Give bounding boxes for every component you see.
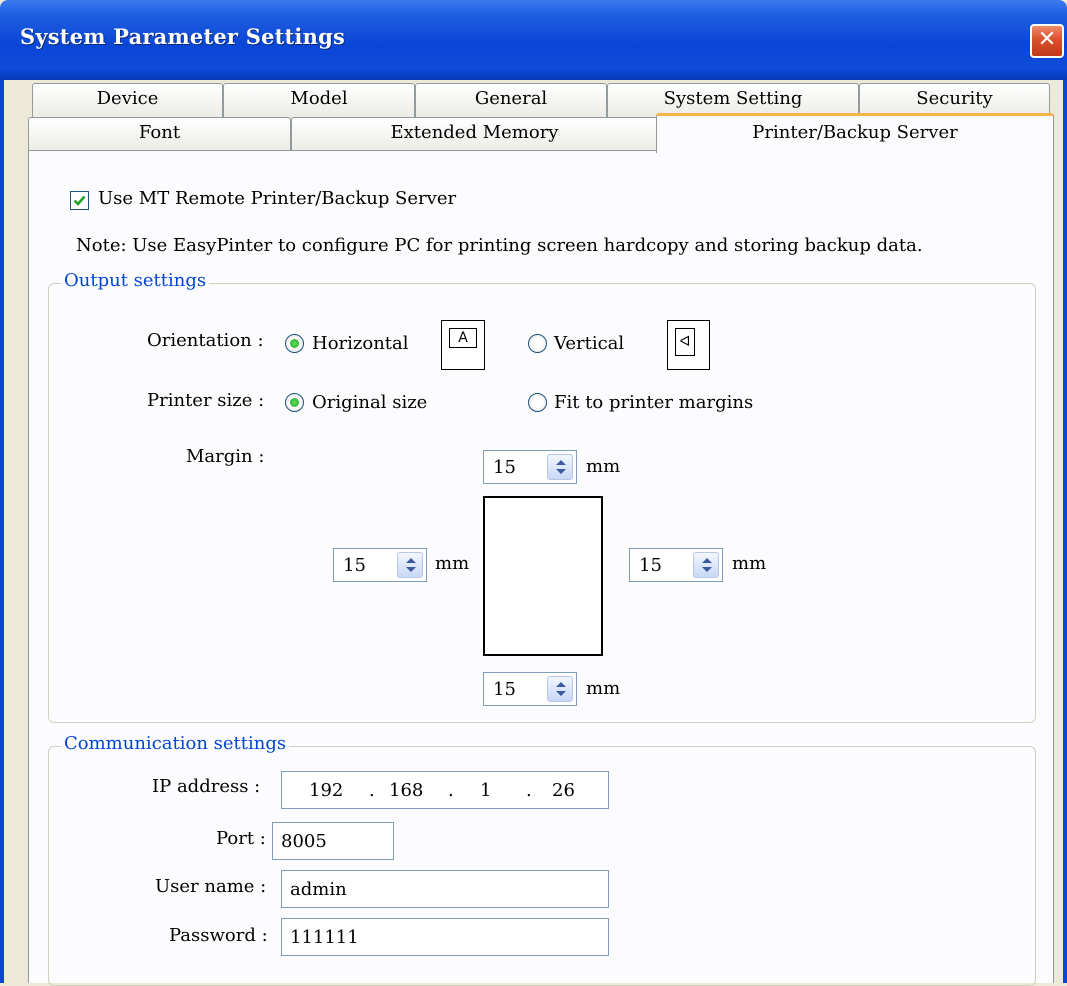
margin-left-spinner[interactable]: 15 xyxy=(333,548,427,582)
margin-label: Margin : xyxy=(186,446,265,467)
landscape-page-icon: A xyxy=(449,328,477,348)
close-button[interactable]: ✕ xyxy=(1030,24,1064,58)
radio-fit-to-printer-margins[interactable] xyxy=(528,393,547,412)
close-icon: ✕ xyxy=(1037,27,1057,52)
window-frame-right xyxy=(1063,80,1067,983)
tab-general[interactable]: General xyxy=(415,83,607,117)
printer-size-label: Printer size : xyxy=(147,390,265,411)
port-label: Port : xyxy=(216,828,266,849)
margin-top-spinner[interactable]: 15 xyxy=(483,450,577,484)
tab-system-setting[interactable]: System Setting xyxy=(607,83,859,117)
password-field[interactable]: 111111 xyxy=(281,918,609,956)
orientation-label: Orientation : xyxy=(147,330,264,351)
use-mt-remote-checkbox[interactable] xyxy=(70,191,89,210)
tab-device[interactable]: Device xyxy=(32,83,223,117)
spin-updown-icon[interactable] xyxy=(397,552,423,578)
tab-label: Security xyxy=(916,88,993,109)
ip-address-field[interactable]: 192 . 168 . 1 . 26 xyxy=(281,771,609,809)
portrait-page-icon: ᐊ xyxy=(675,328,695,356)
margin-right-value[interactable]: 15 xyxy=(639,555,662,576)
margin-right-spinner[interactable]: 15 xyxy=(629,548,723,582)
radio-fit-label[interactable]: Fit to printer margins xyxy=(554,392,753,413)
ip-separator: . xyxy=(369,780,375,801)
margin-bottom-spinner[interactable]: 15 xyxy=(483,672,577,706)
note-text: Note: Use EasyPinter to configure PC for… xyxy=(76,235,923,256)
password-value[interactable]: 111111 xyxy=(290,927,359,948)
username-value[interactable]: admin xyxy=(290,879,347,900)
password-label: Password : xyxy=(169,925,268,946)
margin-bottom-value[interactable]: 15 xyxy=(493,679,516,700)
port-field[interactable]: 8005 xyxy=(272,822,394,860)
tab-security[interactable]: Security xyxy=(859,83,1050,117)
margin-top-unit: mm xyxy=(586,456,621,477)
tab-extended-memory[interactable]: Extended Memory xyxy=(291,117,658,151)
tab-printer-backup-server[interactable]: Printer/Backup Server xyxy=(656,113,1054,153)
tab-label: Printer/Backup Server xyxy=(752,122,958,143)
tab-label: System Setting xyxy=(663,88,803,109)
ip-octet-4[interactable]: 26 xyxy=(552,780,575,801)
radio-vertical-label[interactable]: Vertical xyxy=(554,333,624,354)
communication-settings-legend: Communication settings xyxy=(61,733,290,754)
ip-octet-1[interactable]: 192 xyxy=(309,780,343,801)
tab-model[interactable]: Model xyxy=(223,83,415,117)
spin-updown-icon[interactable] xyxy=(547,454,573,480)
tab-label: Model xyxy=(290,88,348,109)
horizontal-orientation-icon: A xyxy=(441,320,485,370)
spin-updown-icon[interactable] xyxy=(693,552,719,578)
page-preview xyxy=(483,496,603,656)
margin-right-unit: mm xyxy=(732,553,767,574)
username-label: User name : xyxy=(155,876,267,897)
ip-address-label: IP address : xyxy=(152,776,261,797)
radio-original-size-label[interactable]: Original size xyxy=(312,392,427,413)
tab-label: Device xyxy=(96,88,159,109)
ip-octet-2[interactable]: 168 xyxy=(389,780,423,801)
port-value[interactable]: 8005 xyxy=(281,831,327,852)
vertical-orientation-icon: ᐊ xyxy=(667,320,710,370)
ip-separator: . xyxy=(448,780,454,801)
use-mt-remote-label[interactable]: Use MT Remote Printer/Backup Server xyxy=(98,188,456,209)
margin-left-unit: mm xyxy=(435,553,470,574)
tab-label: Font xyxy=(138,122,181,143)
window-frame-left xyxy=(0,80,4,983)
check-icon xyxy=(73,195,86,206)
radio-horizontal-label[interactable]: Horizontal xyxy=(312,333,409,354)
spin-updown-icon[interactable] xyxy=(547,676,573,702)
ip-octet-3[interactable]: 1 xyxy=(480,780,491,801)
margin-bottom-unit: mm xyxy=(586,678,621,699)
tab-font[interactable]: Font xyxy=(28,117,291,151)
tab-label: Extended Memory xyxy=(390,122,559,143)
margin-left-value[interactable]: 15 xyxy=(343,555,366,576)
radio-vertical[interactable] xyxy=(528,334,547,353)
window-title: System Parameter Settings xyxy=(20,24,345,49)
radio-original-size[interactable] xyxy=(285,393,304,412)
ip-separator: . xyxy=(526,780,532,801)
margin-top-value[interactable]: 15 xyxy=(493,457,516,478)
tab-label: General xyxy=(474,88,548,109)
radio-horizontal[interactable] xyxy=(285,334,304,353)
username-field[interactable]: admin xyxy=(281,870,609,908)
output-settings-legend: Output settings xyxy=(61,270,210,291)
